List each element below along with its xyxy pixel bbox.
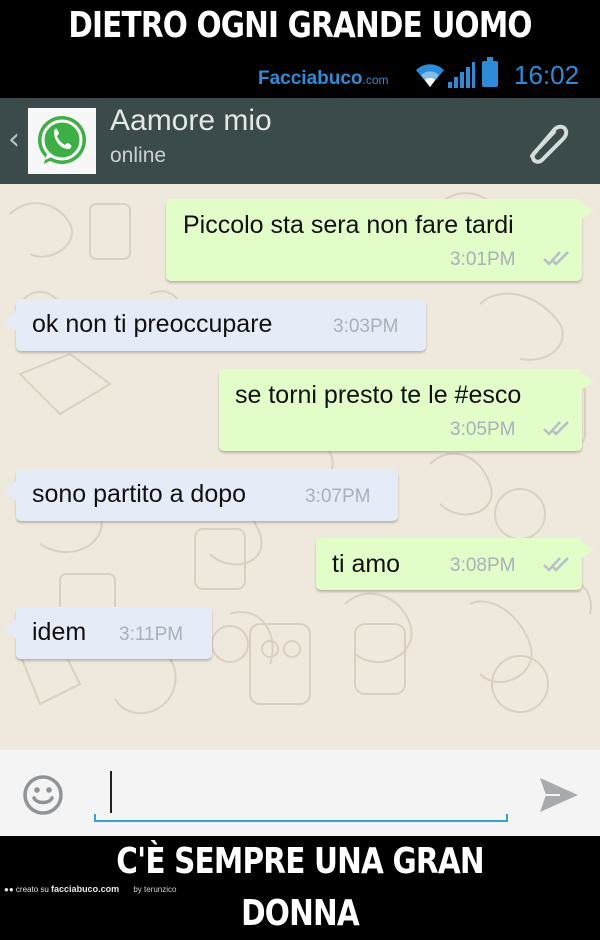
message-outgoing[interactable]: Piccolo sta sera non fare tardi 3:01PM: [166, 199, 594, 281]
watermark: ●● creato su facciabuco.com by terunzico: [4, 884, 176, 894]
smiley-icon[interactable]: [22, 774, 64, 816]
message-incoming[interactable]: ok non ti preoccupare 3:03PM: [4, 299, 426, 351]
contact-name[interactable]: Aamore mio: [110, 104, 272, 138]
message-time: 3:01PM: [450, 249, 516, 270]
whatsapp-logo-icon: [38, 116, 86, 164]
message-text: se torni presto te le #esco: [235, 381, 522, 409]
paperclip-icon[interactable]: [524, 118, 574, 164]
watermark-site: facciabuco.com: [51, 884, 120, 894]
brand-name: Facciabuco: [258, 68, 363, 89]
message-text: ti amo: [332, 550, 401, 578]
double-check-icon: [543, 557, 569, 572]
status-brand: Facciabuco.com: [258, 68, 389, 90]
message-outgoing[interactable]: ti amo 3:08PM: [316, 538, 594, 590]
message-outgoing[interactable]: se torni presto te le #esco 3:05PM: [219, 369, 594, 451]
signal-icon: [448, 62, 475, 88]
watermark-author: by terunzico: [133, 885, 177, 894]
double-check-icon: [543, 251, 569, 266]
text-caret: [110, 771, 112, 813]
message-text: sono partito a dopo: [32, 480, 247, 508]
message-time: 3:05PM: [450, 419, 516, 440]
watermark-logo-icon: ●●: [4, 885, 14, 894]
message-text: Piccolo sta sera non fare tardi: [183, 211, 514, 239]
wifi-icon: [416, 64, 444, 87]
message-time: 3:08PM: [450, 555, 516, 576]
avatar[interactable]: [28, 108, 96, 174]
message-text: idem: [32, 618, 87, 646]
message-time: 3:03PM: [333, 316, 399, 337]
chat-header[interactable]: ‹ Aamore mio online: [0, 98, 600, 184]
message-incoming[interactable]: idem 3:11PM: [4, 607, 212, 659]
status-clock: 16:02: [514, 60, 580, 90]
input-underline-hooks: [94, 814, 508, 822]
composer-bar: [0, 750, 600, 836]
battery-icon: [482, 57, 498, 87]
contact-status: online: [110, 144, 167, 167]
chat-area[interactable]: Piccolo sta sera non fare tardi 3:01PM o…: [0, 184, 600, 750]
message-text: ok non ti preoccupare: [32, 310, 273, 338]
chevron-left-icon[interactable]: ‹: [8, 122, 20, 157]
message-time: 3:07PM: [305, 486, 371, 507]
meme-top-caption: DIETRO OGNI GRANDE UOMO: [68, 5, 532, 46]
send-icon[interactable]: [538, 776, 580, 814]
message-time: 3:11PM: [119, 624, 184, 645]
double-check-icon: [543, 421, 569, 436]
message-incoming[interactable]: sono partito a dopo 3:07PM: [4, 469, 398, 521]
watermark-created-label: creato su: [15, 885, 49, 894]
brand-suffix: .com: [362, 73, 389, 87]
